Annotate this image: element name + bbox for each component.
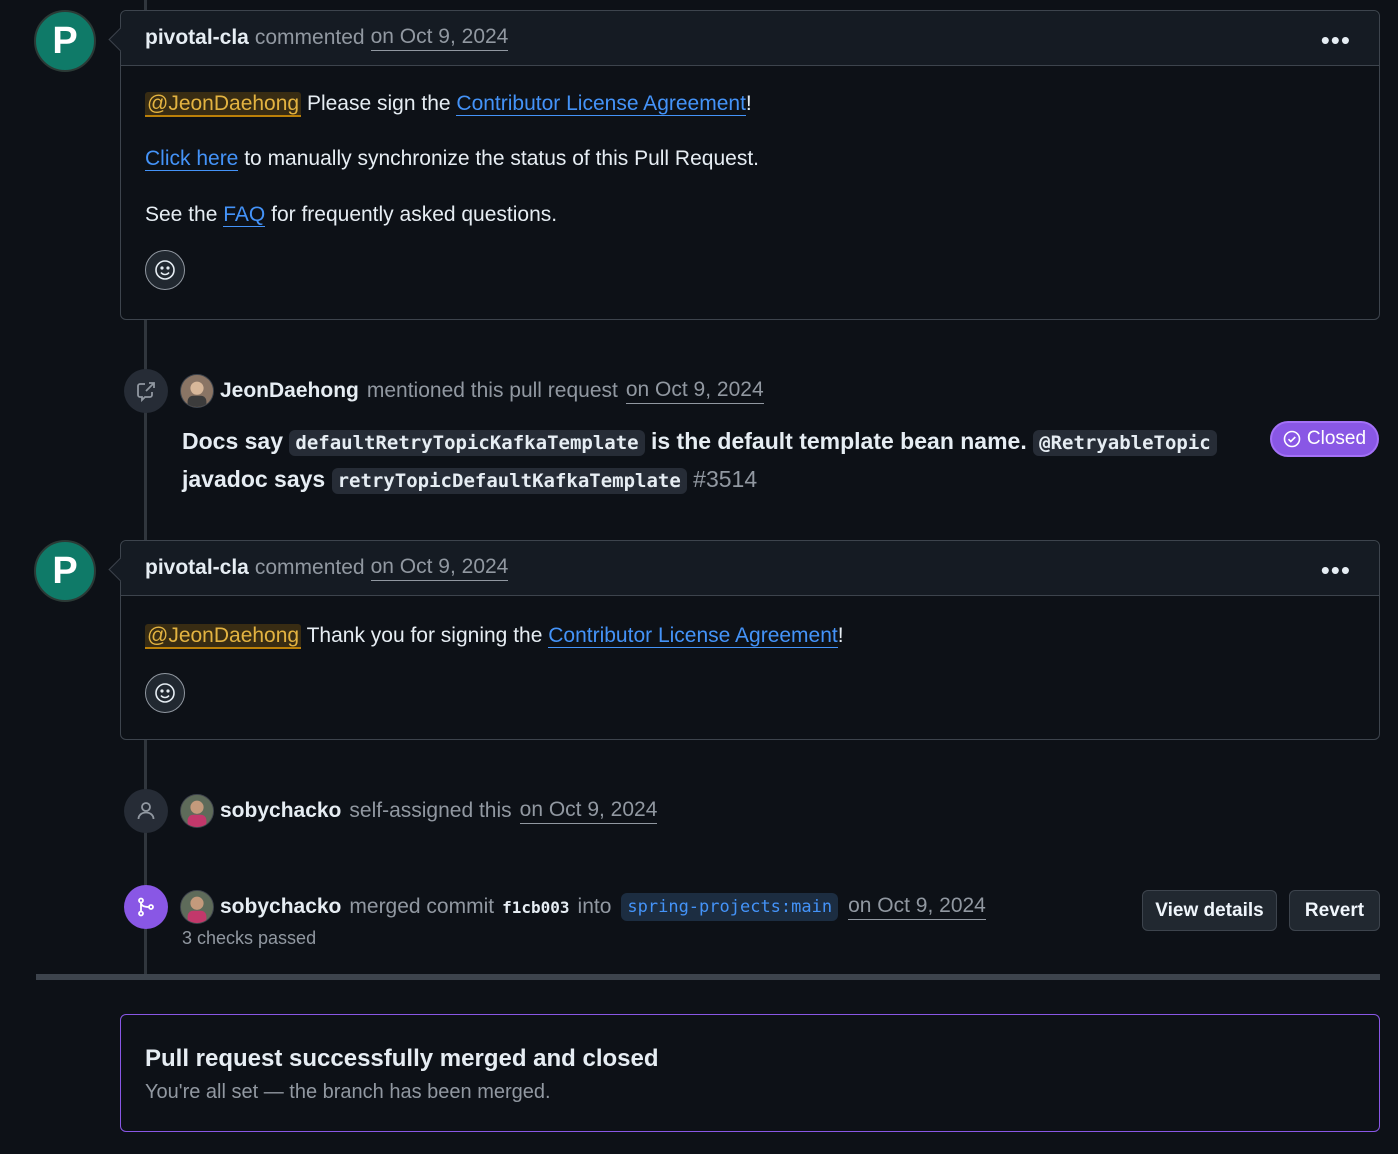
issue-number[interactable]: #3514 [693, 466, 757, 492]
event-author[interactable]: sobychacko [220, 799, 341, 823]
event-date-link[interactable]: on Oct 9, 2024 [848, 894, 986, 920]
referenced-pr-title[interactable]: Docs say defaultRetryTopicKafkaTemplate … [182, 423, 1252, 499]
comment-text: See the [145, 202, 218, 226]
add-reaction-button[interactable] [145, 673, 185, 714]
event-date-link[interactable]: on Oct 9, 2024 [625, 378, 764, 404]
cla-link[interactable]: Contributor License Agreement [456, 92, 746, 116]
faq-link[interactable]: FAQ [223, 202, 266, 227]
revert-button[interactable]: Revert [1289, 890, 1380, 931]
comment-header: pivotal-cla commented on Oct 9, 2024 ••• [121, 541, 1379, 596]
merge-status-title: Pull request successfully merged and clo… [145, 1045, 659, 1072]
merge-status-subtitle: You're all set — the branch has been mer… [145, 1081, 551, 1103]
comment-action: commented [254, 26, 365, 49]
checks-status[interactable]: 3 checks passed [182, 928, 316, 949]
more-options-icon[interactable]: ••• [1321, 555, 1351, 586]
avatar[interactable]: P [34, 10, 96, 72]
event-action: self-assigned this [349, 799, 512, 822]
merge-event: sobychacko merged commit f1cb003 into sp… [180, 890, 986, 924]
timeline-line [144, 738, 147, 976]
event-action: merged commit [349, 895, 495, 918]
timeline-end-divider [36, 974, 1380, 980]
event-date-link[interactable]: on Oct 9, 2024 [519, 798, 658, 824]
comment-header: pivotal-cla commented on Oct 9, 2024 ••• [121, 11, 1379, 66]
user-mention[interactable]: @JeonDaehong [145, 624, 302, 649]
avatar[interactable] [180, 890, 214, 924]
avatar[interactable] [180, 794, 214, 828]
inline-code: retryTopicDefaultKafkaTemplate [331, 468, 687, 494]
comment-text: for frequently asked questions. [271, 202, 558, 226]
comment-card: pivotal-cla commented on Oct 9, 2024 •••… [120, 10, 1380, 320]
mention-event: JeonDaehong mentioned this pull request … [180, 374, 764, 408]
branch-name[interactable]: spring-projects:main [621, 893, 839, 921]
add-reaction-button[interactable] [145, 249, 185, 290]
view-details-button[interactable]: View details [1142, 890, 1277, 931]
smiley-icon [155, 260, 175, 280]
comment-date-link[interactable]: on Oct 9, 2024 [370, 25, 509, 51]
comment-author[interactable]: pivotal-cla [145, 26, 249, 50]
comment-card: pivotal-cla commented on Oct 9, 2024 •••… [120, 540, 1380, 740]
assign-event: sobychacko self-assigned this on Oct 9, … [180, 794, 658, 828]
event-author[interactable]: sobychacko [220, 895, 341, 919]
commit-sha-link[interactable]: f1cb003 [502, 898, 569, 917]
inline-code: @RetryableTopic [1033, 430, 1217, 456]
event-author[interactable]: JeonDaehong [220, 379, 359, 403]
avatar[interactable]: P [34, 540, 96, 602]
click-here-link[interactable]: Click here [145, 147, 239, 172]
comment-action: commented [254, 556, 365, 579]
comment-body: @JeonDaehong Please sign the Contributor… [121, 66, 1379, 312]
more-options-icon[interactable]: ••• [1321, 25, 1351, 56]
timeline-line [144, 318, 147, 540]
cross-reference-icon [124, 369, 168, 413]
avatar[interactable] [180, 374, 214, 408]
comment-author[interactable]: pivotal-cla [145, 556, 249, 580]
status-badge: Closed [1270, 421, 1379, 457]
event-action: mentioned this pull request [366, 379, 618, 402]
git-merge-icon [124, 885, 168, 929]
comment-date-link[interactable]: on Oct 9, 2024 [370, 555, 509, 581]
person-icon [124, 789, 168, 833]
comment-text: to manually synchronize the status of th… [244, 147, 759, 171]
merge-status-box: Pull request successfully merged and clo… [120, 1014, 1380, 1132]
comment-text: Thank you for signing the [306, 624, 543, 647]
comment-body: @JeonDaehong Thank you for signing the C… [121, 596, 1379, 735]
user-mention[interactable]: @JeonDaehong [145, 92, 302, 117]
cla-link[interactable]: Contributor License Agreement [548, 624, 838, 648]
smiley-icon [155, 683, 175, 704]
check-circle-icon [1283, 430, 1301, 448]
comment-text: Please sign the [306, 92, 451, 115]
inline-code: defaultRetryTopicKafkaTemplate [289, 430, 645, 456]
